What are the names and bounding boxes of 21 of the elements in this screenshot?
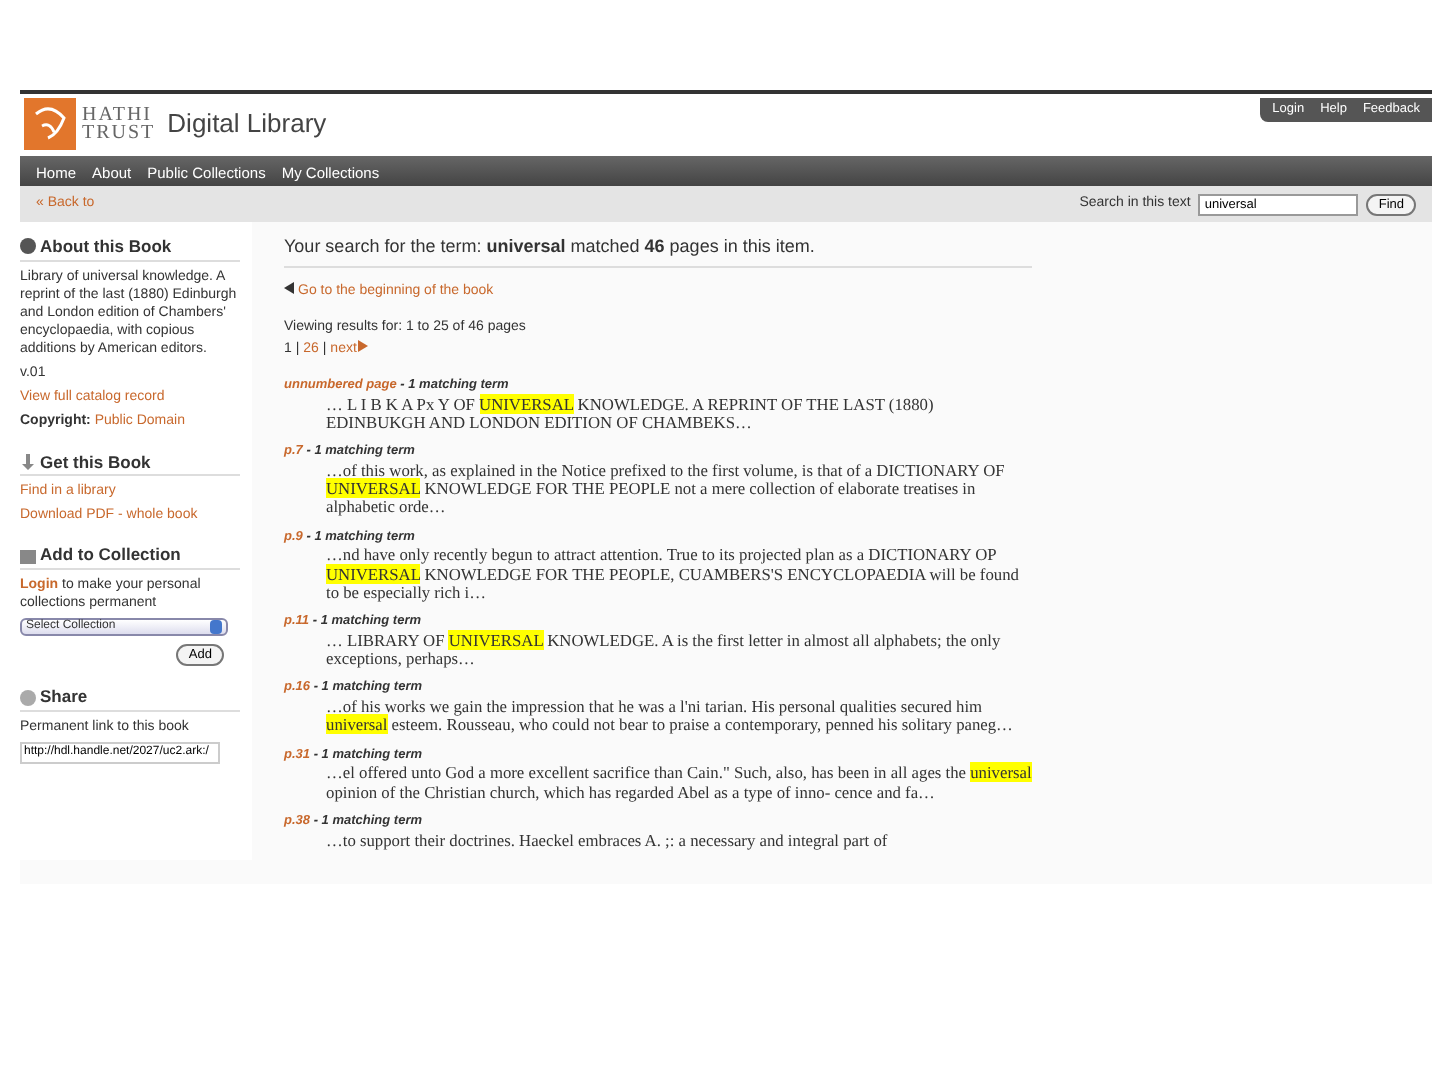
next-triangle-icon (358, 339, 369, 351)
site-title: Digital Library (167, 106, 327, 143)
sidebar-heading: Get this Book (40, 449, 151, 475)
back-triangle-icon (284, 281, 294, 293)
snippet-text: …of his works we gain the impression that he was a l'ni tarian. His personal qualities secured him universal esteem. Rousseau, who could not bear to praise a contemporary, penned his solitary paneg… (324, 698, 1015, 736)
info-icon (20, 238, 36, 255)
snippet-text: …of this work, as explained in the Notice prefixed to the first volume, is that of a DICTIONARY OF UNIVERSAL KNOWLEDGE FOR THE PEOPLE not a mere collection of elaborate treatises in alphabetic orde… (324, 461, 1007, 518)
folder-icon (20, 547, 36, 564)
snippet-text: …nd have only recently begun to attract attention. True to its projected plan as a DICTIONARY OP UNIVERSAL KNOWLEDGE FOR THE PEOPLE, CUAMBERS'S ENCYCLOPAEDIA will be found to be especially rich i… (324, 546, 1021, 603)
snippet-text: …to support their doctrines. Haeckel embraces A. ;: a necessary and integral part of (324, 831, 890, 850)
snippet-text: …el offered unto God a more excellent sacrifice than Cain." Such, also, has been in all ages the universal opinion of the Christian church, which has regarded Abel as a type of inno- cence and fa… (324, 764, 1032, 802)
snippet-text: … LIBRARY OF UNIVERSAL KNOWLEDGE. A is the first letter in almost all alphabets; the only exceptions, perhaps… (324, 631, 1003, 669)
sidebar-heading: Add to Collection (40, 542, 181, 569)
sidebar-heading: Share (40, 684, 88, 711)
select-arrow-icon (210, 620, 222, 635)
search-summary: Your search for the term: universal matched 46 pages in this item. (284, 234, 1032, 267)
share-icon (20, 689, 36, 706)
down-arrow-icon (20, 453, 36, 470)
sidebar-heading: About this Book (40, 234, 172, 260)
logo-text: HATHI (82, 106, 152, 124)
logo-text: TRUST (82, 124, 156, 142)
